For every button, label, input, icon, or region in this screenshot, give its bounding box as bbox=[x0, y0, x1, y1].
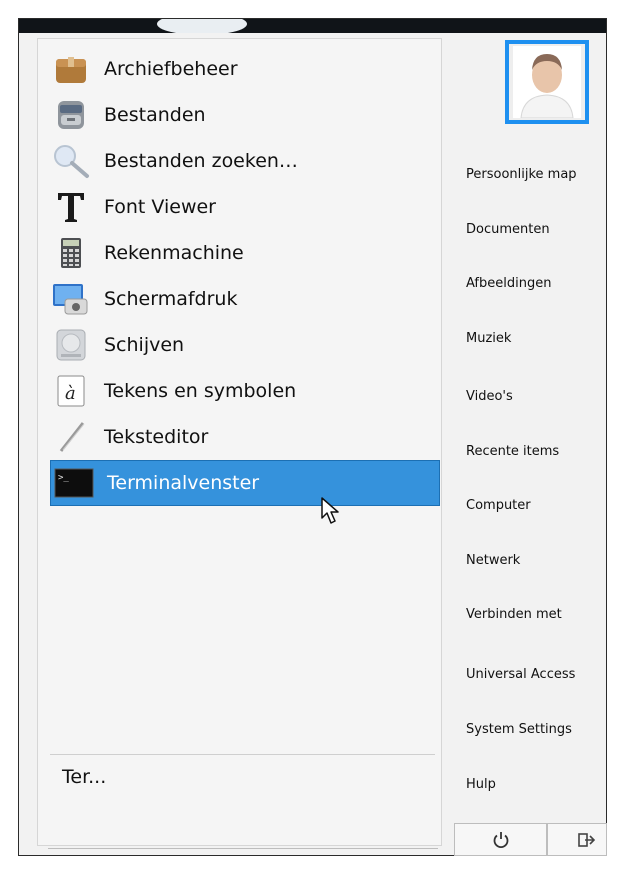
screenshot-icon bbox=[48, 279, 94, 319]
place-hulp[interactable]: Hulp bbox=[466, 777, 496, 792]
disk-icon bbox=[48, 325, 94, 365]
logout-icon bbox=[578, 832, 596, 847]
app-item-tekens-en-symbolen[interactable]: à Tekens en symbolen bbox=[48, 368, 438, 414]
app-label: Rekenmachine bbox=[104, 242, 244, 264]
place-verbinden-met[interactable]: Verbinden met bbox=[466, 607, 562, 622]
desktop-background-strip bbox=[19, 19, 606, 33]
app-label: Archiefbeheer bbox=[104, 58, 238, 80]
app-item-schermafdruk[interactable]: Schermafdruk bbox=[48, 276, 438, 322]
place-netwerk[interactable]: Netwerk bbox=[466, 553, 520, 568]
calculator-icon bbox=[48, 233, 94, 273]
svg-text:>_: >_ bbox=[58, 473, 69, 483]
magnifier-icon bbox=[48, 141, 94, 181]
divider bbox=[50, 754, 435, 755]
app-item-rekenmachine[interactable]: Rekenmachine bbox=[48, 230, 438, 276]
power-icon bbox=[493, 831, 508, 848]
place-computer[interactable]: Computer bbox=[466, 498, 531, 513]
place-universal-access[interactable]: Universal Access bbox=[466, 667, 575, 682]
app-item-terminalvenster[interactable]: >_ Terminalvenster bbox=[50, 460, 440, 506]
app-label: Bestanden bbox=[104, 104, 206, 126]
shutdown-button[interactable] bbox=[454, 824, 547, 856]
place-videos[interactable]: Video's bbox=[466, 389, 513, 404]
app-item-font-viewer[interactable]: Font Viewer bbox=[48, 184, 438, 230]
place-system-settings[interactable]: System Settings bbox=[466, 722, 572, 737]
file-cabinet-icon bbox=[48, 95, 94, 135]
svg-text:à: à bbox=[65, 383, 76, 404]
app-item-bestanden-zoeken[interactable]: Bestanden zoeken… bbox=[48, 138, 438, 184]
app-label: Teksteditor bbox=[104, 426, 209, 448]
app-item-bestanden[interactable]: Bestanden bbox=[48, 92, 438, 138]
divider bbox=[48, 848, 438, 849]
app-item-teksteditor[interactable]: Teksteditor bbox=[48, 414, 438, 460]
app-label: Tekens en symbolen bbox=[104, 380, 297, 402]
font-T-icon bbox=[48, 187, 94, 227]
applications-list: Archiefbeheer Bestanden Bestanden zoeken… bbox=[48, 46, 440, 506]
text-editor-icon bbox=[48, 417, 94, 457]
terminal-icon: >_ bbox=[51, 463, 97, 503]
app-item-schijven[interactable]: Schijven bbox=[48, 322, 438, 368]
place-documenten[interactable]: Documenten bbox=[466, 222, 550, 237]
app-label: Bestanden zoeken… bbox=[104, 150, 298, 172]
archive-box-icon bbox=[48, 49, 94, 89]
app-label: Terminalvenster bbox=[107, 472, 260, 494]
person-icon bbox=[513, 46, 581, 118]
app-label: Schermafdruk bbox=[104, 288, 238, 310]
place-recente-items[interactable]: Recente items bbox=[466, 444, 559, 459]
app-item-archiefbeheer[interactable]: Archiefbeheer bbox=[48, 46, 438, 92]
mouse-pointer-icon bbox=[320, 496, 344, 530]
place-afbeeldingen[interactable]: Afbeeldingen bbox=[466, 276, 551, 291]
logout-button[interactable] bbox=[547, 824, 607, 856]
user-avatar[interactable] bbox=[505, 40, 589, 124]
character-map-icon: à bbox=[48, 371, 94, 411]
place-persoonlijke-map[interactable]: Persoonlijke map bbox=[466, 167, 577, 182]
app-label: Schijven bbox=[104, 334, 185, 356]
session-bar bbox=[454, 823, 607, 857]
search-input[interactable]: Ter... bbox=[62, 766, 106, 788]
app-label: Font Viewer bbox=[104, 196, 216, 218]
place-muziek[interactable]: Muziek bbox=[466, 331, 511, 346]
